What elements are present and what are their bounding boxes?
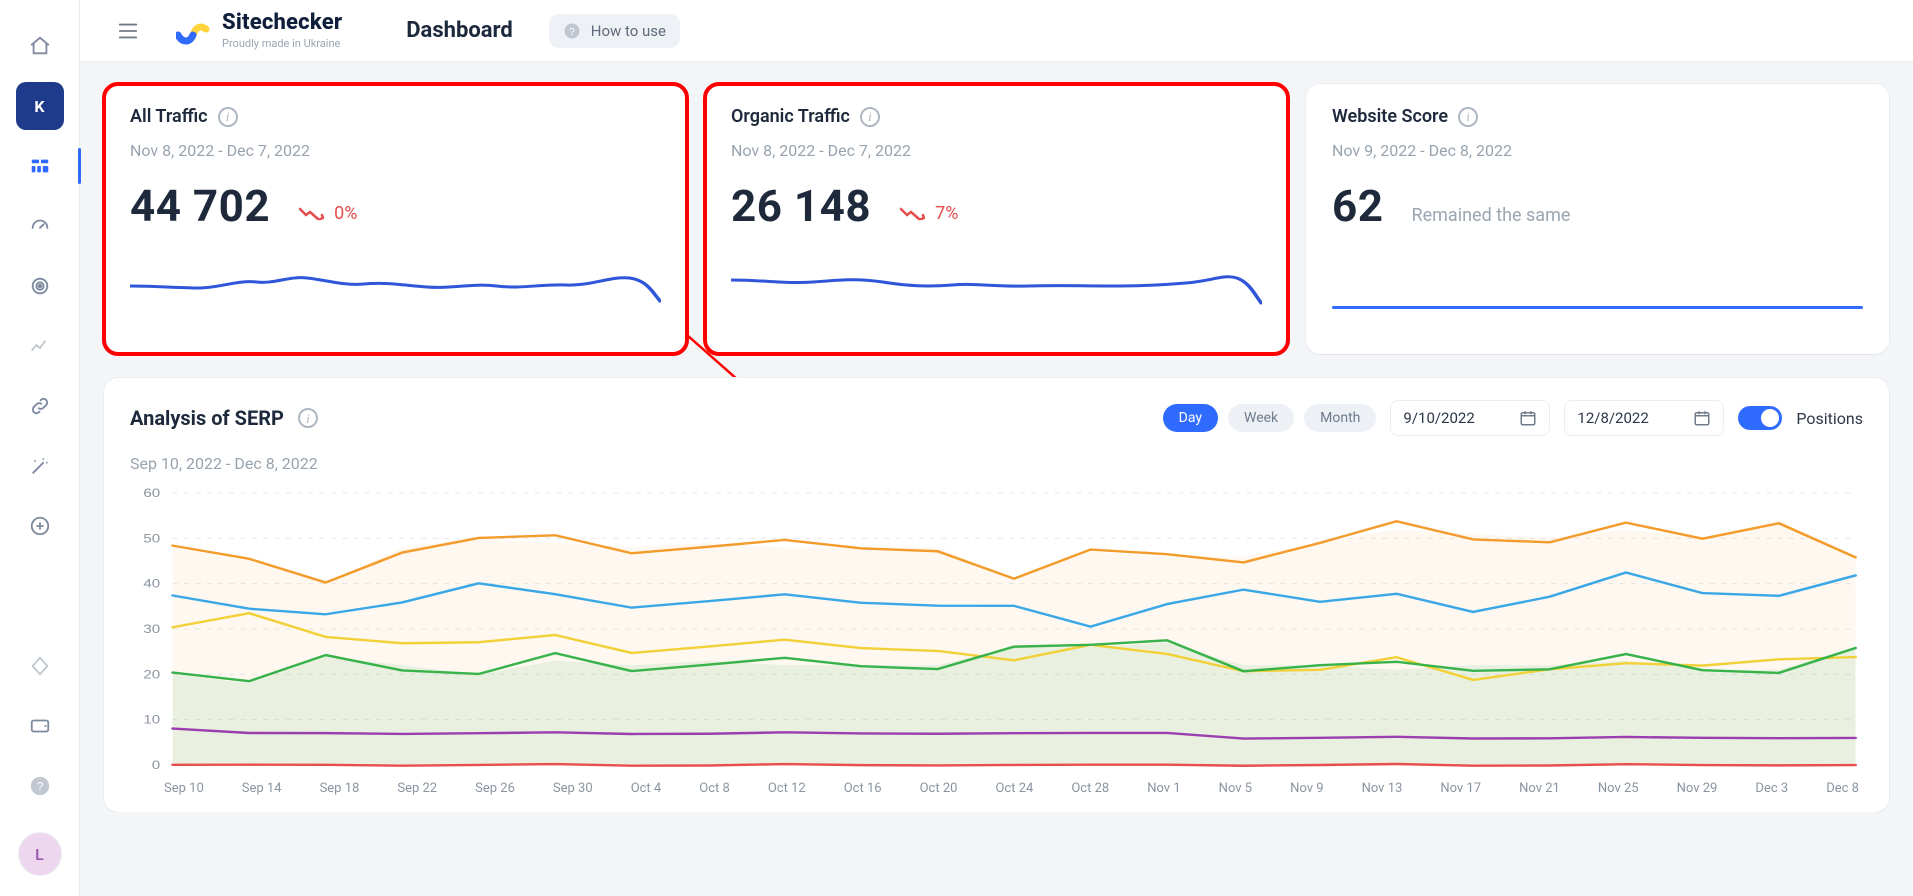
x-tick: Nov 17	[1440, 781, 1481, 796]
wallet-icon[interactable]	[16, 702, 64, 750]
how-to-use-label: How to use	[591, 22, 666, 40]
seg-week[interactable]: Week	[1228, 404, 1294, 432]
diamond-icon[interactable]	[16, 642, 64, 690]
brand[interactable]: Sitechecker Proudly made in Ukraine	[176, 12, 342, 49]
card-delta: 0%	[298, 203, 357, 224]
x-tick: Nov 13	[1362, 781, 1403, 796]
x-tick: Sep 22	[397, 781, 437, 796]
page-title: Dashboard	[406, 18, 513, 43]
date-end-value: 12/8/2022	[1577, 409, 1648, 427]
svg-text:?: ?	[569, 26, 575, 37]
sidebar: K ? L	[0, 0, 80, 896]
topbar: Sitechecker Proudly made in Ukraine Dash…	[80, 0, 1913, 62]
date-start-value: 9/10/2022	[1403, 409, 1474, 427]
x-tick: Oct 12	[768, 781, 806, 796]
card-delta-value: 0%	[334, 203, 357, 224]
trend-down-icon	[298, 205, 324, 221]
x-tick: Sep 30	[553, 781, 593, 796]
serp-chart: 60 50 40 30 20 10 0 Sep 10 Sep 14 Sep 18 Sep 22 Se…	[130, 485, 1863, 796]
svg-text:?: ?	[36, 780, 43, 794]
x-tick: Sep 26	[475, 781, 515, 796]
x-tick: Dec 3	[1755, 781, 1788, 796]
card-all-traffic[interactable]: All Traffic Nov 8, 2022 - Dec 7, 2022 44…	[104, 84, 687, 354]
x-tick: Nov 29	[1677, 781, 1718, 796]
sparkline	[1332, 266, 1863, 336]
svg-text:50: 50	[143, 532, 160, 545]
x-tick: Nov 1	[1147, 781, 1180, 796]
x-tick: Oct 20	[920, 781, 958, 796]
positions-toggle[interactable]	[1738, 406, 1782, 430]
svg-text:20: 20	[143, 668, 160, 681]
info-icon[interactable]	[860, 107, 880, 127]
help-icon[interactable]: ?	[16, 762, 64, 810]
card-organic-traffic[interactable]: Organic Traffic Nov 8, 2022 - Dec 7, 202…	[705, 84, 1288, 354]
date-end-input[interactable]: 12/8/2022	[1564, 400, 1724, 436]
card-title: Website Score	[1332, 106, 1448, 127]
seg-month[interactable]: Month	[1304, 404, 1376, 432]
x-tick: Oct 24	[995, 781, 1033, 796]
x-tick: Oct 28	[1071, 781, 1109, 796]
dashboard-icon[interactable]	[16, 142, 64, 190]
trend-down-icon	[899, 205, 925, 221]
info-icon[interactable]	[1458, 107, 1478, 127]
card-delta: 7%	[899, 203, 958, 224]
trend-icon[interactable]	[16, 322, 64, 370]
info-icon[interactable]	[298, 408, 318, 428]
x-tick: Nov 5	[1219, 781, 1252, 796]
x-tick: Dec 8	[1826, 781, 1859, 796]
target-icon[interactable]	[16, 262, 64, 310]
svg-text:60: 60	[143, 486, 160, 499]
time-segment: Day Week Month	[1163, 404, 1377, 432]
k-badge-letter: K	[34, 97, 44, 116]
card-title: Organic Traffic	[731, 106, 850, 127]
card-delta-value: 7%	[935, 203, 958, 224]
card-value: 26 148	[731, 180, 871, 232]
brand-logo-icon	[176, 17, 210, 45]
x-tick: Oct 4	[631, 781, 662, 796]
x-tick: Oct 16	[844, 781, 882, 796]
positions-label: Positions	[1796, 409, 1863, 428]
x-tick: Sep 14	[242, 781, 282, 796]
speed-icon[interactable]	[16, 202, 64, 250]
home-icon[interactable]	[16, 22, 64, 70]
sparkline	[731, 252, 1262, 322]
svg-text:10: 10	[143, 713, 160, 726]
info-icon[interactable]	[218, 107, 238, 127]
card-status: Remained the same	[1412, 205, 1571, 226]
serp-panel: Analysis of SERP Day Week Month 9/10/202…	[104, 378, 1889, 812]
brand-title: Sitechecker	[222, 12, 342, 34]
seg-day[interactable]: Day	[1163, 404, 1218, 432]
card-date-range: Nov 9, 2022 - Dec 8, 2022	[1332, 141, 1863, 160]
x-tick: Sep 10	[164, 781, 204, 796]
x-tick: Nov 9	[1290, 781, 1323, 796]
sparkline	[130, 252, 661, 322]
card-website-score[interactable]: Website Score Nov 9, 2022 - Dec 8, 2022 …	[1306, 84, 1889, 354]
card-value: 62	[1332, 180, 1384, 232]
avatar-initial: L	[35, 845, 44, 864]
calendar-icon	[1693, 409, 1711, 427]
serp-title: Analysis of SERP	[130, 406, 284, 430]
avatar[interactable]: L	[18, 832, 62, 876]
svg-text:30: 30	[143, 622, 160, 635]
card-value: 44 702	[130, 180, 270, 232]
svg-text:0: 0	[152, 758, 161, 771]
card-date-range: Nov 8, 2022 - Dec 7, 2022	[130, 141, 661, 160]
card-title: All Traffic	[130, 106, 208, 127]
card-date-range: Nov 8, 2022 - Dec 7, 2022	[731, 141, 1262, 160]
x-tick: Sep 18	[320, 781, 360, 796]
how-to-use-button[interactable]: ? How to use	[549, 14, 680, 48]
brand-subtitle: Proudly made in Ukraine	[222, 38, 342, 49]
k-badge[interactable]: K	[16, 82, 64, 130]
magic-icon[interactable]	[16, 442, 64, 490]
x-tick: Nov 21	[1519, 781, 1560, 796]
x-tick: Oct 8	[699, 781, 730, 796]
svg-text:40: 40	[143, 577, 160, 590]
link-icon[interactable]	[16, 382, 64, 430]
serp-date-range: Sep 10, 2022 - Dec 8, 2022	[130, 454, 1863, 473]
x-tick: Nov 25	[1598, 781, 1639, 796]
menu-icon[interactable]	[108, 11, 148, 51]
add-icon[interactable]	[16, 502, 64, 550]
date-start-input[interactable]: 9/10/2022	[1390, 400, 1550, 436]
calendar-icon	[1519, 409, 1537, 427]
